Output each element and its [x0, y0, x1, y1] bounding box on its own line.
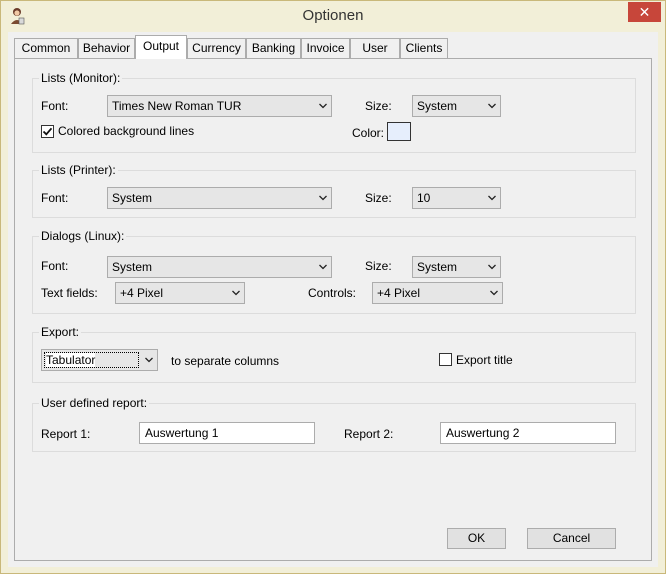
- chevron-down-icon: [319, 103, 327, 109]
- export-separator-select[interactable]: Tabulator: [41, 349, 158, 371]
- close-icon: ✕: [638, 4, 651, 20]
- chevron-down-icon: [488, 264, 496, 270]
- chevron-down-icon: [488, 103, 496, 109]
- select-value: +4 Pixel: [120, 286, 164, 300]
- dialog-font-select[interactable]: System: [107, 256, 332, 278]
- focus-outline: [44, 352, 139, 368]
- select-value: +4 Pixel: [377, 286, 421, 300]
- select-value: Times New Roman TUR: [112, 99, 242, 113]
- report1-input[interactable]: Auswertung 1: [139, 422, 315, 444]
- tab-behavior[interactable]: Behavior: [78, 38, 135, 58]
- controls-select[interactable]: +4 Pixel: [372, 282, 503, 304]
- dialog-client-area: Common Behavior Output Currency Banking …: [8, 32, 658, 567]
- group-lists-printer: Lists (Printer): Font: System Size: 10: [32, 163, 636, 218]
- monitor-size-select[interactable]: System: [412, 95, 501, 117]
- group-legend: User defined report:: [39, 396, 150, 410]
- colored-lines-checkbox[interactable]: [41, 125, 54, 138]
- tab-banking[interactable]: Banking: [246, 38, 301, 58]
- tab-invoice[interactable]: Invoice: [301, 38, 350, 58]
- tab-currency[interactable]: Currency: [187, 38, 246, 58]
- group-lists-monitor: Lists (Monitor): Font: Times New Roman T…: [32, 71, 636, 153]
- color-swatch-button[interactable]: [387, 122, 411, 141]
- group-legend: Lists (Printer):: [39, 163, 118, 177]
- output-tab-panel: Lists (Monitor): Font: Times New Roman T…: [14, 58, 652, 561]
- export-title-checkbox[interactable]: [439, 353, 452, 366]
- report1-label: Report 1:: [41, 427, 91, 441]
- textfields-select[interactable]: +4 Pixel: [115, 282, 245, 304]
- textfields-label: Text fields:: [41, 286, 98, 300]
- font-label: Font:: [41, 191, 69, 205]
- chevron-down-icon: [319, 195, 327, 201]
- group-legend: Export:: [39, 325, 82, 339]
- monitor-font-select[interactable]: Times New Roman TUR: [107, 95, 332, 117]
- select-value: System: [417, 99, 458, 113]
- font-label: Font:: [41, 259, 69, 273]
- chevron-down-icon: [490, 290, 498, 296]
- title-bar[interactable]: Optionen ✕: [1, 1, 665, 32]
- select-value: System: [417, 260, 458, 274]
- chevron-down-icon: [319, 264, 327, 270]
- group-export: Export: Tabulator to separate columns Ex…: [32, 325, 636, 383]
- select-value: System: [112, 191, 153, 205]
- chevron-down-icon: [232, 290, 240, 296]
- controls-label: Controls:: [308, 286, 357, 300]
- font-label: Font:: [41, 99, 69, 113]
- options-window: Optionen ✕ Common Behavior Output Curren…: [0, 0, 666, 574]
- chevron-down-icon: [145, 357, 153, 363]
- checkmark-icon: [42, 127, 53, 136]
- chevron-down-icon: [488, 195, 496, 201]
- tab-output[interactable]: Output: [135, 35, 187, 59]
- printer-font-select[interactable]: System: [107, 187, 332, 209]
- export-title-label: Export title: [456, 353, 513, 367]
- size-label: Size:: [365, 191, 392, 205]
- color-label: Color:: [352, 126, 385, 140]
- tab-clients[interactable]: Clients: [400, 38, 448, 58]
- group-legend: Lists (Monitor):: [39, 71, 123, 85]
- separator-suffix-label: to separate columns: [171, 354, 280, 368]
- close-button[interactable]: ✕: [628, 2, 661, 22]
- dialog-size-select[interactable]: System: [412, 256, 501, 278]
- select-value: 10: [417, 191, 431, 205]
- group-user-defined-report: User defined report: Report 1: Auswertun…: [32, 396, 636, 452]
- report2-input[interactable]: Auswertung 2: [440, 422, 616, 444]
- window-title: Optionen: [302, 7, 364, 24]
- ok-button[interactable]: OK: [447, 528, 506, 549]
- group-dialogs-linux: Dialogs (Linux): Font: System Size: Syst…: [32, 229, 636, 314]
- size-label: Size:: [365, 99, 392, 113]
- report2-label: Report 2:: [344, 427, 394, 441]
- printer-size-select[interactable]: 10: [412, 187, 501, 209]
- group-legend: Dialogs (Linux):: [39, 229, 127, 243]
- colored-lines-label: Colored background lines: [58, 124, 195, 138]
- tab-common[interactable]: Common: [14, 38, 78, 58]
- select-value: System: [112, 260, 153, 274]
- cancel-button[interactable]: Cancel: [527, 528, 616, 549]
- tab-user[interactable]: User: [350, 38, 400, 58]
- size-label: Size:: [365, 259, 392, 273]
